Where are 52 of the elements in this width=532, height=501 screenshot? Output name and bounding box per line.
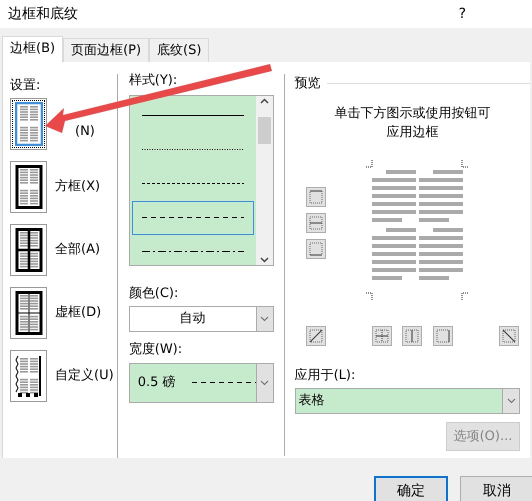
line-sample-icon <box>142 216 244 219</box>
border-toggle-button[interactable] <box>306 326 326 346</box>
tab[interactable]: 页面边框(P) <box>63 38 150 62</box>
setting-option-label[interactable]: 方框(X) <box>55 176 100 196</box>
color-label: 颜色(C): <box>128 284 180 302</box>
setting-option-button[interactable] <box>10 286 47 338</box>
page-border-icon <box>14 228 42 272</box>
setting-option-label[interactable]: 虚框(D) <box>55 302 102 322</box>
help-button[interactable]: ? <box>458 4 466 24</box>
window-title: 边框和底纹 <box>8 4 78 24</box>
setting-option-button[interactable] <box>10 98 47 150</box>
setting-option-label[interactable]: 全部(A) <box>55 240 100 260</box>
tab[interactable]: 边框(B) <box>2 36 64 62</box>
border-toggle-button[interactable] <box>306 186 326 206</box>
border-toggle-button[interactable] <box>306 238 326 258</box>
setting-option-button[interactable] <box>10 160 47 212</box>
apply-to-dropdown[interactable]: 表格 <box>294 388 520 414</box>
style-label: 样式(Y): <box>128 72 178 90</box>
width-label: 宽度(W): <box>128 341 184 359</box>
page-border-icon <box>14 102 42 146</box>
preview-hint: 单击下方图示或使用按钮可应用边框 <box>333 104 492 142</box>
page-border-icon <box>14 354 42 398</box>
border-toggle-button[interactable] <box>498 326 519 346</box>
line-sample-icon <box>142 182 244 185</box>
scrollbar-thumb[interactable] <box>258 116 271 144</box>
border-toggle-button[interactable] <box>432 326 453 346</box>
border-toggle-button[interactable] <box>372 326 392 346</box>
page-border-icon <box>14 290 42 334</box>
dropdown-caret-icon <box>506 398 516 404</box>
cancel-button[interactable]: 取消 <box>460 476 532 501</box>
scroll-down-icon[interactable] <box>260 256 269 262</box>
dropdown-caret-icon <box>260 316 270 322</box>
dropdown-caret-icon <box>260 380 270 386</box>
width-dropdown[interactable]: 0.5 磅 <box>128 362 274 402</box>
line-sample-icon <box>142 114 244 117</box>
color-dropdown[interactable]: 自动 <box>128 306 274 332</box>
scroll-up-icon[interactable] <box>260 98 269 104</box>
line-sample-icon <box>142 148 244 151</box>
setting-option-label[interactable]: (N) <box>75 122 95 142</box>
line-sample-icon <box>192 381 256 384</box>
ok-button[interactable]: 确定 <box>374 476 448 501</box>
tab[interactable]: 底纹(S) <box>149 38 210 62</box>
preview-title: 预览 <box>294 75 321 93</box>
setting-option-label[interactable]: 自定义(U) <box>55 366 114 386</box>
border-toggle-button[interactable] <box>402 326 422 346</box>
setting-option-button[interactable] <box>10 224 47 276</box>
settings-label: 设置: <box>10 77 42 95</box>
border-toggle-button[interactable] <box>306 212 326 232</box>
setting-option-button[interactable] <box>10 350 47 402</box>
apply-to-label: 应用于(L): <box>294 366 356 384</box>
line-sample-icon <box>142 250 244 253</box>
page-border-icon <box>14 164 42 208</box>
